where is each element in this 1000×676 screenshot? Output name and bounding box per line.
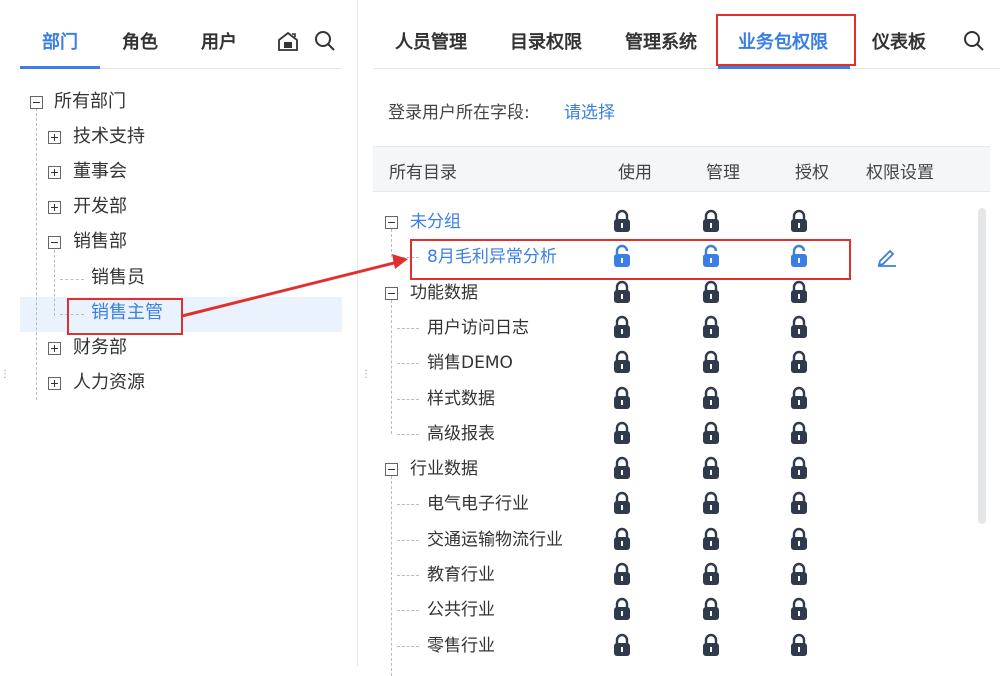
annotation-arrow xyxy=(181,254,408,318)
